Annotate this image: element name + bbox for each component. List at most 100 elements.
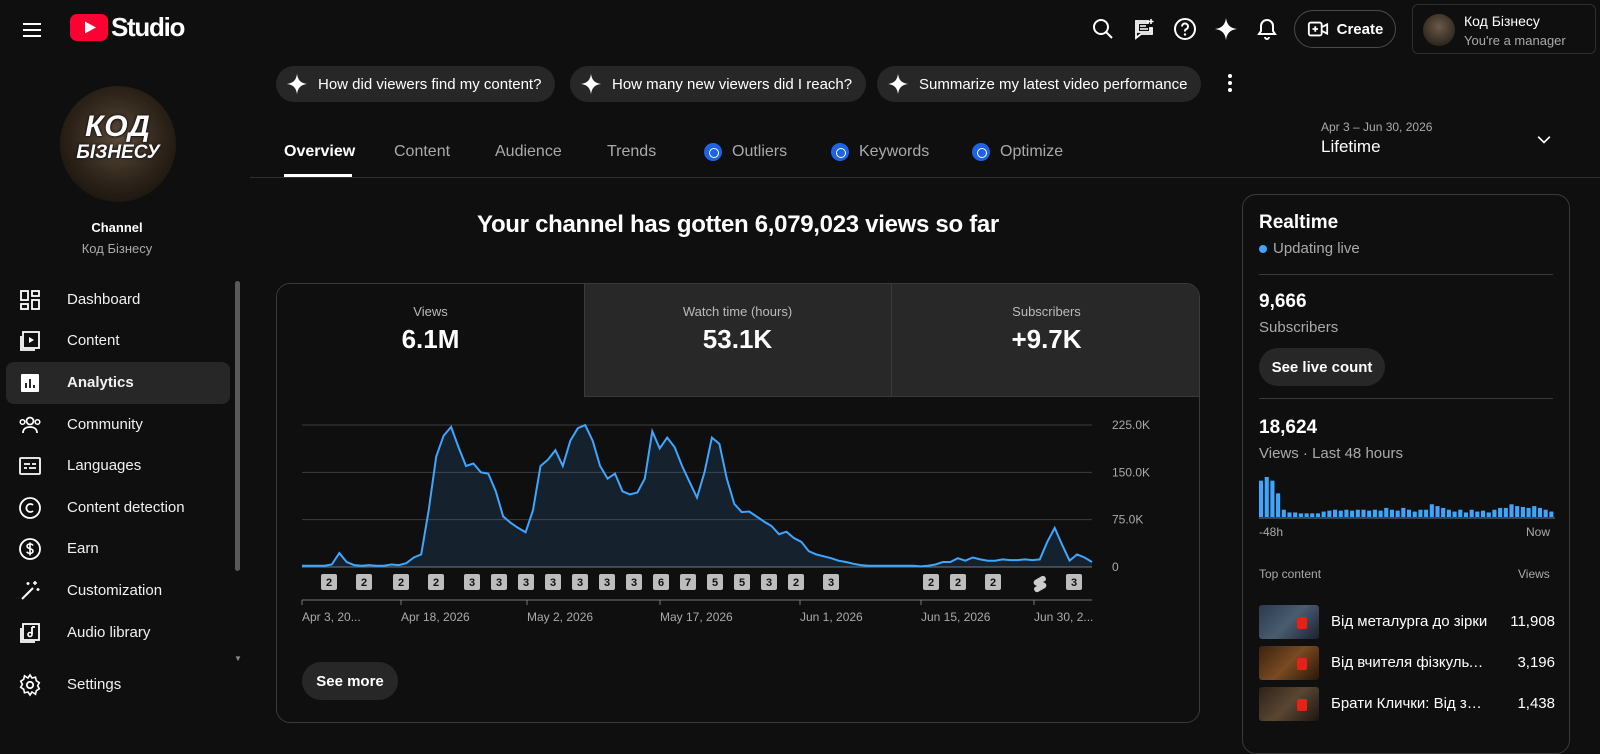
scroll-down-icon[interactable]: ▼ (234, 654, 242, 663)
sidebar-item-settings[interactable]: Settings (6, 664, 230, 706)
upload-marker[interactable]: 2 (428, 574, 444, 590)
feedback-icon[interactable] (1129, 14, 1159, 44)
upload-marker[interactable]: 2 (356, 574, 372, 590)
upload-marker[interactable]: 2 (321, 574, 337, 590)
community-icon (19, 416, 41, 434)
sidebar-item-dashboard[interactable]: Dashboard (6, 279, 230, 321)
upload-marker[interactable]: 6 (653, 574, 669, 590)
sidebar-item-audio-library[interactable]: Audio library (6, 612, 230, 654)
sparkle-icon[interactable] (1211, 14, 1241, 44)
upload-marker-count: 2 (433, 577, 439, 589)
upload-marker[interactable]: 3 (761, 574, 777, 590)
metric-views[interactable]: Views 6.1M (277, 284, 584, 397)
metric-watch-time[interactable]: Watch time (hours) 53.1K (584, 284, 891, 397)
upload-marker[interactable]: 7 (680, 574, 696, 590)
upload-marker[interactable]: 3 (545, 574, 561, 590)
tab-outliers[interactable]: Outliers (704, 142, 787, 162)
upload-marker-count: 3 (577, 577, 583, 589)
upload-marker-count: 2 (990, 577, 996, 589)
realtime-bar (1372, 509, 1377, 517)
more-options-icon[interactable] (1218, 70, 1242, 98)
help-icon[interactable] (1170, 14, 1200, 44)
upload-marker[interactable]: 2 (393, 574, 409, 590)
upload-marker[interactable]: 3 (1066, 574, 1082, 590)
top-content-row[interactable]: Від металурга до зірки 11,908 (1259, 605, 1555, 641)
tab-label: Overview (284, 143, 356, 160)
upload-marker[interactable]: 2 (788, 574, 804, 590)
sparkle-icon (580, 73, 602, 95)
tab-keywords[interactable]: Keywords (831, 142, 929, 162)
see-more-button[interactable]: See more (302, 662, 398, 700)
upload-marker[interactable]: 3 (518, 574, 534, 590)
y-tick-label: 0 (1112, 560, 1119, 574)
sidebar-item-content[interactable]: Content (6, 320, 230, 362)
youtube-logo-icon (70, 14, 108, 41)
tab-trends[interactable]: Trends (607, 142, 656, 162)
realtime-bar (1503, 507, 1508, 517)
upload-marker-count: 3 (766, 577, 772, 589)
tab-overview[interactable]: Overview (284, 142, 355, 162)
upload-marker[interactable] (1031, 574, 1047, 593)
upload-marker[interactable]: 3 (491, 574, 507, 590)
tab-label: Keywords (859, 143, 930, 160)
menu-icon[interactable] (20, 18, 44, 42)
realtime-bar-chart[interactable] (1259, 475, 1555, 519)
ai-prompt-chip[interactable]: How many new viewers did I reach? (570, 66, 867, 102)
upload-marker[interactable]: 3 (823, 574, 839, 590)
realtime-bar (1355, 509, 1360, 517)
ai-prompt-chip[interactable]: Summarize my latest video performance (877, 66, 1202, 102)
divider (1259, 274, 1553, 275)
sidebar-item-earn[interactable]: Earn (6, 528, 230, 570)
sidebar-item-label: Audio library (67, 624, 151, 641)
realtime-bar (1378, 510, 1383, 517)
realtime-title: Realtime (1259, 212, 1339, 233)
top-content-row[interactable]: Брати Клички: Від забутих 1,438 (1259, 687, 1555, 723)
upload-marker-count: 7 (685, 577, 691, 589)
upload-marker-count: 3 (631, 577, 637, 589)
tab-content[interactable]: Content (394, 142, 450, 162)
sidebar-item-languages[interactable]: Languages (6, 445, 230, 487)
x-tick-label: Jun 1, 2026 (800, 610, 863, 624)
sidebar-item-content-detection[interactable]: Content detection (6, 487, 230, 529)
account-name: Код Бізнесу (1464, 13, 1540, 29)
upload-marker[interactable]: 3 (626, 574, 642, 590)
metric-value: 53.1K (702, 324, 773, 354)
upload-marker[interactable]: 3 (464, 574, 480, 590)
studio-logo[interactable]: Studio (70, 12, 185, 43)
realtime-bar (1287, 512, 1292, 517)
metric-subscribers[interactable]: Subscribers +9.7K (892, 284, 1199, 397)
notifications-icon[interactable] (1252, 14, 1282, 44)
realtime-bar (1498, 507, 1503, 517)
tab-audience[interactable]: Audience (495, 142, 562, 162)
realtime-bar (1293, 512, 1298, 517)
upload-marker[interactable]: 2 (923, 574, 939, 590)
upload-marker[interactable]: 5 (734, 574, 750, 590)
upload-marker[interactable]: 2 (985, 574, 1001, 590)
top-bar: Studio Create Код Бізнесу You're a manag… (0, 0, 1600, 58)
sidebar-item-analytics[interactable]: Analytics (6, 362, 230, 404)
dashboard-icon (20, 290, 40, 310)
subscribers-label: Subscribers (1259, 319, 1339, 336)
sidebar-item-community[interactable]: Community (6, 404, 230, 446)
channel-avatar[interactable]: КОД БІЗНЕСУ (60, 86, 176, 202)
upload-marker[interactable]: 2 (950, 574, 966, 590)
earn-icon (19, 538, 41, 560)
date-range-picker[interactable]: Apr 3 – Jun 30, 2026 Lifetime (1320, 118, 1580, 158)
upload-marker[interactable]: 3 (572, 574, 588, 590)
tab-label: Trends (607, 143, 657, 160)
tab-label: Optimize (1000, 143, 1064, 160)
sidebar-item-customization[interactable]: Customization (6, 570, 230, 612)
tab-optimize[interactable]: Optimize (972, 142, 1063, 162)
search-icon[interactable] (1088, 14, 1118, 44)
create-button[interactable]: Create (1294, 10, 1396, 48)
see-live-count-button[interactable]: See live count (1259, 348, 1385, 386)
realtime-bar (1532, 506, 1537, 517)
account-switcher[interactable]: Код Бізнесу You're a manager (1412, 4, 1596, 54)
views-chart[interactable]: 225.0K 150.0K 75.0K 0 2 2 2 2 3 3 3 3 3 3 3 6 7 5 5 3 2 3 2 2 2 3… (277, 397, 1199, 657)
upload-marker[interactable]: 3 (599, 574, 615, 590)
upload-marker[interactable]: 5 (707, 574, 723, 590)
top-content-row[interactable]: Від вчителя фізкультури 3,196 (1259, 646, 1555, 682)
sidebar-scrollbar[interactable] (235, 281, 240, 571)
channel-label: Channel (91, 220, 143, 235)
ai-prompt-chip[interactable]: How did viewers find my content? (276, 66, 556, 102)
